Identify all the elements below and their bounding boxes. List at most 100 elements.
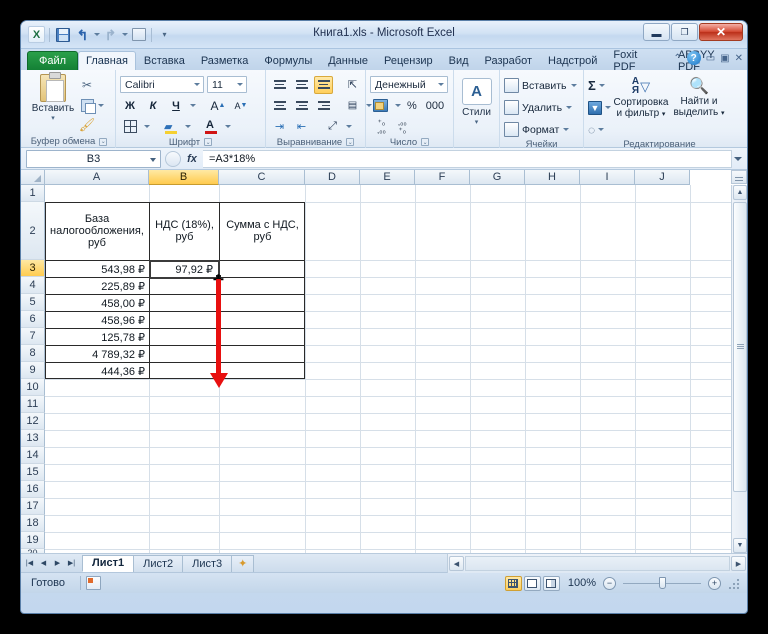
split-vertical-button[interactable] [731,170,747,184]
tab-file[interactable]: Файл [27,51,79,70]
row-header-2[interactable]: 2 [21,202,45,260]
copy-dropdown-icon[interactable] [98,103,104,107]
format-painter-button[interactable]: 🖌 [79,116,104,134]
orientation-dropdown-icon[interactable] [346,125,352,128]
row-header-4[interactable]: 4 [21,277,45,294]
tab-developer[interactable]: Разработ [477,51,540,70]
zoom-out-button[interactable]: − [603,576,616,590]
scroll-up-button[interactable]: ▲ [733,185,747,200]
cell-C2[interactable]: Сумма с НДС, руб [220,202,305,260]
row-header-17[interactable]: 17 [21,498,45,515]
cell-C6[interactable] [220,312,304,328]
next-sheet-icon[interactable]: ▶ [51,556,64,571]
first-sheet-icon[interactable]: |◀ [23,556,36,571]
hscroll-track[interactable] [465,556,730,571]
row-header-16[interactable]: 16 [21,481,45,498]
name-box[interactable]: B3 [26,149,161,168]
align-right-button[interactable] [314,97,333,115]
cell-A6[interactable]: 458,96 ₽ [45,312,148,328]
horizontal-scrollbar[interactable]: ◀ ▶ [447,554,747,573]
clipboard-dialog-launcher-icon[interactable]: ⌄ [99,137,108,146]
prev-sheet-icon[interactable]: ◀ [37,556,50,571]
number-dialog-launcher-icon[interactable]: ⌄ [421,138,430,146]
fill-dropdown-icon[interactable] [605,106,611,109]
insert-dropdown-icon[interactable] [570,84,577,87]
styles-button[interactable]: A Стили ▾ [458,78,495,126]
cell-B9[interactable] [150,363,216,379]
font-color-button[interactable]: A [201,117,221,136]
comma-format-button[interactable]: 000 [423,96,447,115]
font-name-input[interactable]: Calibri [120,76,204,93]
normal-view-button[interactable] [504,575,522,591]
insert-cells-button[interactable]: Вставить [504,76,577,95]
delete-dropdown-icon[interactable] [566,106,573,109]
autosum-dropdown-icon[interactable] [598,84,605,87]
row-header-7[interactable]: 7 [21,328,45,345]
maximize-button[interactable]: ❐ [671,23,698,41]
row-header-9[interactable]: 9 [21,362,45,379]
styles-dropdown-icon[interactable]: ▾ [475,118,479,126]
paste-button[interactable]: Вставить ▾ [27,72,79,122]
name-box-dropdown-icon[interactable] [150,157,156,162]
row-header-6[interactable]: 6 [21,311,45,328]
number-format-dropdown-icon[interactable] [438,83,444,86]
cancel-formula-icon[interactable] [165,150,181,167]
tab-page-layout[interactable]: Разметка [193,51,257,70]
row-header-1[interactable]: 1 [21,185,45,202]
clear-button[interactable]: ◌ [588,120,611,139]
cell-A3[interactable]: 543,98 ₽ [45,261,148,277]
font-dialog-launcher-icon[interactable]: ⌄ [204,138,213,146]
row-header-11[interactable]: 11 [21,396,45,413]
decrease-font-size-button[interactable]: A ▼ [231,96,251,115]
wrap-text-button[interactable]: ⇱ [343,76,362,94]
sheet-tab-list1[interactable]: Лист1 [82,554,135,572]
last-sheet-icon[interactable]: ▶| [65,556,78,571]
hscroll-left-button[interactable]: ◀ [449,556,464,571]
cell-C7[interactable] [220,329,304,345]
font-name-dropdown-icon[interactable] [194,83,200,86]
cell-C8[interactable] [220,346,304,362]
column-header-b[interactable]: B [149,170,219,185]
orientation-button[interactable]: ⤢ [323,118,342,136]
sheet-tab-list2[interactable]: Лист2 [133,554,184,572]
clear-dropdown-icon[interactable] [598,128,605,131]
font-color-dropdown-icon[interactable] [225,125,231,128]
column-header-d[interactable]: D [305,170,360,185]
cell-B2[interactable]: НДС (18%), руб [150,202,219,260]
zoom-in-button[interactable]: + [708,576,721,590]
cell-B4[interactable] [150,278,216,294]
increase-indent-button[interactable]: ⇤ [292,118,311,136]
collapse-ribbon-icon[interactable]: ⌃ [673,53,681,64]
align-top-button[interactable] [270,76,289,94]
insert-function-icon[interactable]: fx [181,153,203,165]
format-dropdown-icon[interactable] [563,128,570,131]
align-middle-button[interactable] [292,76,311,94]
column-header-c[interactable]: C [219,170,305,185]
column-header-f[interactable]: F [415,170,470,185]
cell-A2[interactable]: База налогообложения, руб [45,202,149,260]
maximize-window-icon[interactable]: ▣ [720,53,729,64]
hscroll-right-button[interactable]: ▶ [731,556,746,571]
tab-view[interactable]: Вид [441,51,477,70]
column-header-g[interactable]: G [470,170,525,185]
column-header-j[interactable]: J [635,170,690,185]
italic-button[interactable]: К [143,96,163,115]
underline-button[interactable]: Ч [166,96,186,115]
number-format-select[interactable]: Денежный [370,76,448,93]
decrease-decimal-button[interactable]: ,₀₀ ⁺₀ [395,117,410,136]
font-size-dropdown-icon[interactable] [237,83,243,86]
cell-A4[interactable]: 225,89 ₽ [45,278,148,294]
column-header-h[interactable]: H [525,170,580,185]
page-break-view-button[interactable] [542,575,560,591]
decrease-indent-button[interactable]: ⇥ [270,118,289,136]
row-header-10[interactable]: 10 [21,379,45,396]
align-left-button[interactable] [270,97,289,115]
column-header-i[interactable]: I [580,170,635,185]
find-select-button[interactable]: 🔍 Найти и выделить ▾ [671,76,727,119]
cell-B6[interactable] [150,312,216,328]
borders-button[interactable] [120,117,140,136]
fill-color-button[interactable]: ▰ [161,117,181,136]
fill-button[interactable]: ▼ [588,98,611,117]
zoom-slider[interactable] [623,576,701,589]
tab-data[interactable]: Данные [320,51,376,70]
